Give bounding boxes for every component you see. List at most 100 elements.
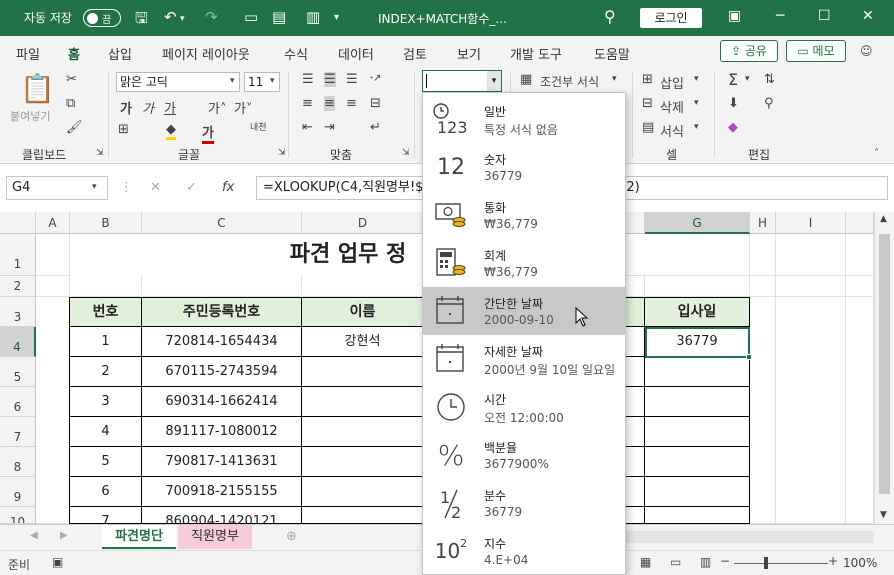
cell-resident-id[interactable]: 670115-2743594	[142, 357, 302, 387]
format-option-time[interactable]: 시간 오전 12:00:00	[423, 383, 625, 431]
paste-label[interactable]: 붙여넣기	[10, 108, 50, 124]
cell[interactable]	[626, 387, 645, 417]
cell[interactable]	[846, 234, 874, 276]
memo-button[interactable]: ▭ 메모	[786, 40, 846, 62]
cell-hire-date[interactable]	[645, 477, 750, 507]
align-right-icon[interactable]: ≡	[346, 96, 357, 111]
undo-icon[interactable]: ↶	[164, 8, 177, 26]
clear-icon[interactable]: ◆	[728, 120, 738, 135]
cell-number[interactable]: 1	[69, 327, 142, 357]
cell[interactable]	[750, 297, 776, 524]
form-icon[interactable]: ▤	[272, 8, 286, 26]
collapse-icon[interactable]: ˄	[874, 148, 879, 159]
cell-resident-id[interactable]: 690314-1662414	[142, 387, 302, 417]
underline-icon[interactable]: 가	[164, 98, 176, 117]
format-option-long-date[interactable]: 자세한 날짜 2000년 9월 10일 일요일	[423, 335, 625, 383]
macro-record-icon[interactable]: ▣	[52, 555, 63, 569]
format-option-percent[interactable]: % 백분율 3677900%	[423, 431, 625, 479]
cell[interactable]	[846, 276, 874, 297]
tab-view[interactable]: 보기	[457, 44, 481, 63]
copy-icon[interactable]: ⧉	[66, 96, 75, 111]
cell-hire-date[interactable]	[645, 507, 750, 524]
redo-icon[interactable]: ↷	[205, 8, 218, 26]
login-button[interactable]: 로그인	[640, 8, 702, 28]
cell-name[interactable]	[302, 507, 424, 524]
cell-number[interactable]: 2	[69, 357, 142, 387]
cell[interactable]	[626, 477, 645, 507]
cell-number[interactable]: 4	[69, 417, 142, 447]
cell[interactable]	[645, 276, 750, 297]
maximize-icon[interactable]: ☐	[818, 8, 831, 24]
header-number[interactable]: 번호	[69, 297, 142, 327]
clipboard-launcher-icon[interactable]: ⇲	[96, 148, 104, 158]
column-header-c[interactable]: C	[142, 212, 302, 234]
chevron-down-icon[interactable]: ▾	[487, 71, 501, 91]
cell[interactable]	[626, 507, 645, 524]
font-launcher-icon[interactable]: ⇲	[278, 148, 286, 158]
align-middle-icon[interactable]: ☰	[324, 72, 336, 87]
tab-review[interactable]: 검토	[403, 44, 427, 63]
cell[interactable]	[626, 327, 645, 357]
cell[interactable]	[776, 297, 846, 524]
format-option-short-date[interactable]: 간단한 날짜 2000-09-10	[423, 287, 625, 335]
insert-function-icon[interactable]: fx	[222, 180, 234, 195]
tab-developer[interactable]: 개발 도구	[510, 44, 562, 63]
row-header-6[interactable]: 6	[0, 387, 36, 417]
tab-home[interactable]: 홈	[64, 44, 84, 69]
page-layout-view-icon[interactable]: ▭	[670, 555, 681, 569]
next-sheet-icon[interactable]: ▶	[60, 530, 68, 541]
insert-cells-label[interactable]: 삽입	[660, 73, 684, 92]
cell[interactable]	[626, 276, 645, 297]
format-option-accounting[interactable]: 회계 ₩36,779	[423, 239, 625, 287]
share-button[interactable]: ⇪ 공유	[720, 40, 778, 62]
enter-icon[interactable]: ✓	[186, 180, 197, 195]
horizontal-scrollbar[interactable]	[626, 531, 874, 543]
sheet-tab-dispatch[interactable]: 파견명단	[102, 525, 176, 549]
chevron-down-icon[interactable]: ▾	[694, 122, 699, 132]
row-header-8[interactable]: 8	[0, 447, 36, 477]
fill-icon[interactable]: ⬇	[728, 96, 739, 111]
zoom-level[interactable]: 100%	[843, 556, 877, 570]
select-all-corner[interactable]	[0, 212, 36, 234]
cell[interactable]	[750, 276, 776, 297]
cell-hire-date[interactable]	[645, 387, 750, 417]
close-icon[interactable]: ✕	[862, 8, 874, 24]
active-cell-selection[interactable]	[645, 327, 752, 360]
tab-data[interactable]: 데이터	[338, 44, 374, 63]
zoom-slider-thumb[interactable]	[764, 557, 768, 569]
format-option-fraction[interactable]: 12 분수 36779	[423, 479, 625, 527]
save-icon[interactable]: 🖫	[135, 8, 148, 33]
autosum-icon[interactable]: Σ	[728, 70, 738, 89]
cell[interactable]	[626, 447, 645, 477]
autosave-toggle[interactable]: 끔	[83, 9, 121, 27]
zoom-in-icon[interactable]: +	[828, 554, 838, 568]
cell-number[interactable]: 6	[69, 477, 142, 507]
cell-number[interactable]: 3	[69, 387, 142, 417]
sheet-tab-staff[interactable]: 직원명부	[178, 525, 252, 549]
cut-icon[interactable]: ✂	[66, 72, 77, 87]
column-header-h[interactable]: H	[750, 212, 776, 234]
cell[interactable]	[142, 276, 302, 297]
conditional-format-icon[interactable]: ▦	[520, 72, 532, 87]
minimize-icon[interactable]: ─	[776, 8, 784, 24]
ribbon-display-icon[interactable]: ▣	[728, 8, 741, 24]
cell[interactable]	[302, 276, 424, 297]
merge-center-icon[interactable]: ⊟	[370, 96, 381, 111]
cell[interactable]	[70, 276, 142, 297]
tab-file[interactable]: 파일	[16, 44, 40, 63]
format-painter-icon[interactable]: 🖌	[66, 120, 83, 135]
header-name[interactable]: 이름	[302, 297, 424, 327]
cell[interactable]	[36, 234, 70, 276]
column-header-d[interactable]: D	[302, 212, 424, 234]
increase-indent-icon[interactable]: ⇥	[324, 120, 335, 135]
decrease-indent-icon[interactable]: ⇤	[302, 120, 313, 135]
column-header-b[interactable]: B	[70, 212, 142, 234]
tab-formulas[interactable]: 수식	[284, 44, 308, 63]
row-header-9[interactable]: 9	[0, 477, 36, 507]
cell[interactable]	[626, 417, 645, 447]
chevron-down-icon[interactable]: ▾	[612, 74, 617, 84]
chevron-down-icon[interactable]: ▾	[270, 76, 275, 86]
format-cells-icon[interactable]: ▤	[642, 120, 654, 135]
number-format-select[interactable]: ▾	[422, 70, 502, 92]
header-f[interactable]	[626, 297, 645, 327]
